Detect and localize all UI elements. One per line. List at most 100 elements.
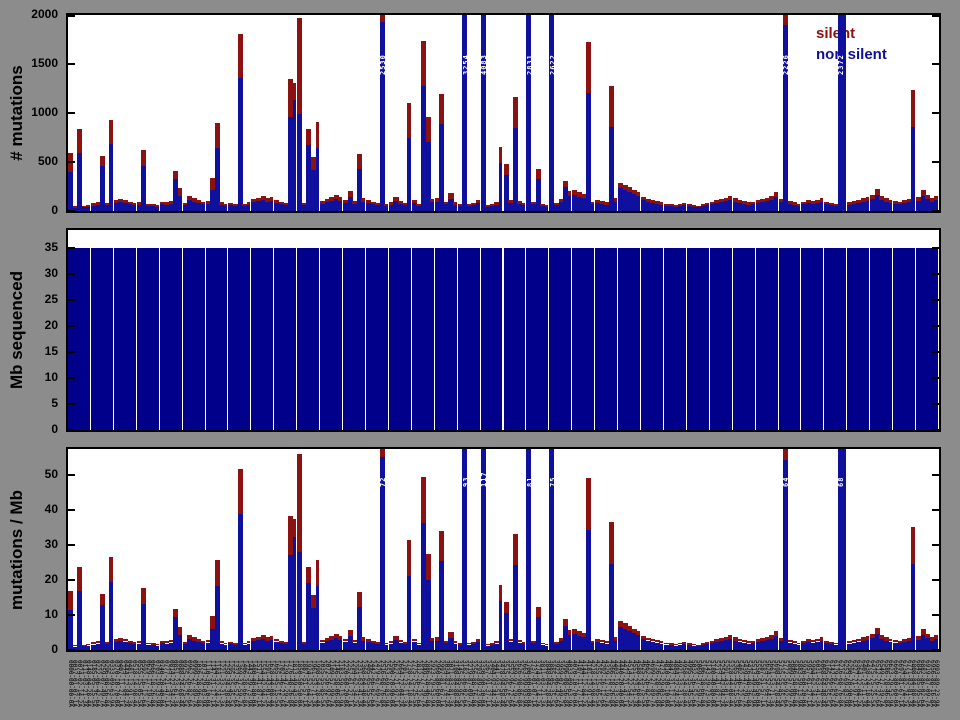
- bar-nonsilent: [774, 636, 778, 650]
- bar-silent: [297, 454, 302, 552]
- offscale-bar-value-label: 2226: [782, 54, 790, 75]
- bar-nonsilent: [866, 640, 870, 650]
- y-tick-label: 10: [0, 607, 58, 621]
- bar-silent: [889, 200, 893, 203]
- y-tick: [68, 649, 75, 651]
- bar-silent: [522, 642, 526, 644]
- bar-silent: [132, 203, 136, 205]
- bar-silent: [448, 193, 453, 199]
- bar-silent: [568, 630, 572, 635]
- bar-silent: [934, 635, 938, 639]
- bar-nonsilent: [614, 641, 618, 650]
- bar-silent: [504, 164, 509, 175]
- bar-silent: [659, 202, 663, 204]
- y-tick: [932, 325, 939, 327]
- bar-silent: [682, 642, 686, 644]
- bar-nonsilent: [526, 15, 531, 211]
- y-tick: [68, 273, 75, 275]
- bar-silent: [609, 86, 614, 127]
- bar-mb: [682, 248, 686, 430]
- y-tick: [932, 351, 939, 353]
- y-tick: [932, 247, 939, 249]
- bar-silent: [614, 198, 618, 201]
- bar-silent: [238, 34, 243, 78]
- y-tick-label: 30: [0, 266, 58, 280]
- bar-silent: [568, 191, 572, 196]
- bar-silent: [361, 637, 365, 640]
- y-tick: [932, 403, 939, 405]
- bar-nonsilent: [361, 202, 365, 211]
- bar-nonsilent: [499, 601, 503, 650]
- bar-mb: [270, 248, 274, 430]
- bar-mb: [636, 248, 640, 430]
- bar-mb: [453, 248, 457, 430]
- bar-nonsilent: [705, 205, 709, 211]
- bar-silent: [155, 644, 159, 646]
- bar-silent: [751, 202, 755, 204]
- bar-nonsilent: [783, 25, 788, 211]
- y-tick: [68, 210, 75, 212]
- y-tick: [68, 403, 75, 405]
- bar-nonsilent: [783, 460, 788, 650]
- y-tick: [932, 544, 939, 546]
- offscale-bar-value-label: 75: [549, 477, 557, 487]
- y-tick-label: 2000: [0, 7, 58, 21]
- bar-silent: [338, 636, 342, 640]
- bar-nonsilent: [568, 196, 572, 211]
- bar-silent: [586, 478, 591, 530]
- bar-nonsilent: [86, 207, 90, 211]
- bar-silent: [448, 632, 453, 638]
- bar-mb: [407, 248, 411, 430]
- bar-mb: [499, 248, 503, 430]
- y-tick: [68, 112, 75, 114]
- bar-silent: [407, 103, 411, 138]
- bar-silent: [306, 567, 311, 583]
- bar-nonsilent: [201, 643, 205, 650]
- offscale-bar-value-label: 2831: [526, 54, 534, 75]
- bar-silent: [421, 477, 426, 522]
- bar-mb: [86, 248, 90, 430]
- legend: silent non silent: [816, 23, 887, 65]
- bar-silent: [426, 117, 431, 142]
- bar-silent: [866, 636, 870, 640]
- bar-nonsilent: [499, 163, 503, 211]
- y-tick: [68, 429, 75, 431]
- bar-silent: [586, 42, 591, 93]
- bar-silent: [705, 642, 709, 644]
- bar-nonsilent: [316, 586, 320, 650]
- bar-silent: [361, 198, 365, 201]
- bar-nonsilent: [797, 206, 801, 211]
- bar-silent: [109, 120, 113, 145]
- offscale-bar-value-label: 64: [782, 477, 790, 487]
- y-tick: [68, 614, 75, 616]
- bar-nonsilent: [132, 644, 136, 650]
- bar-silent: [316, 560, 320, 586]
- bar-silent: [201, 202, 205, 204]
- figure: # mutations Mb sequenced mutations / Mb …: [0, 0, 960, 720]
- y-tick: [932, 210, 939, 212]
- bar-silent: [357, 154, 362, 169]
- bar-nonsilent: [430, 641, 434, 650]
- bar-silent: [875, 628, 880, 634]
- bar-nonsilent: [453, 205, 457, 211]
- bar-silent: [430, 638, 434, 641]
- bar-silent: [247, 202, 251, 204]
- y-tick-label: 1000: [0, 105, 58, 119]
- y-tick-label: 0: [0, 203, 58, 217]
- offscale-bar-value-label: 72: [379, 477, 387, 487]
- bar-silent: [545, 644, 549, 646]
- legend-silent-label: silent: [816, 23, 887, 44]
- bar-silent: [728, 196, 732, 200]
- bar-silent: [77, 129, 82, 153]
- bar-nonsilent: [591, 643, 595, 650]
- bar-silent: [934, 196, 938, 200]
- offscale-bar-value-label: 117: [480, 471, 488, 487]
- bar-silent: [412, 639, 417, 642]
- bar-silent: [504, 602, 509, 613]
- panel-mutation-counts: silent non silent 2530325440832831262222…: [66, 13, 941, 213]
- bar-nonsilent: [513, 565, 518, 650]
- y-tick: [932, 649, 939, 651]
- bar-nonsilent: [68, 610, 73, 650]
- bar-mb: [545, 248, 549, 430]
- bar-silent: [224, 643, 228, 645]
